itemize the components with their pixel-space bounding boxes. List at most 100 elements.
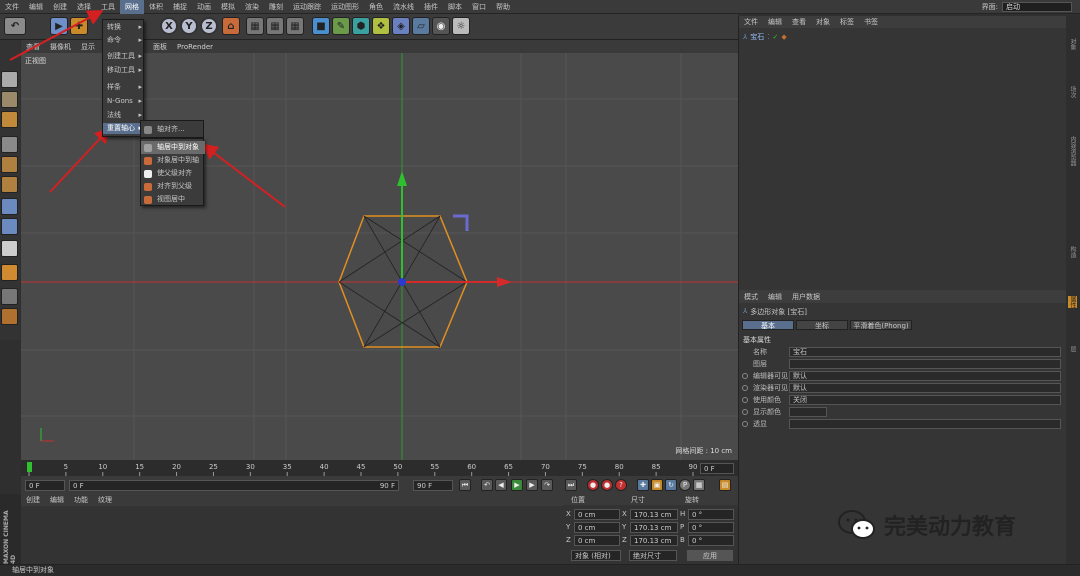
mesh-menu-item[interactable]: 创建工具 ▸	[103, 51, 145, 62]
playhead[interactable]	[27, 462, 32, 472]
reset-axis-item[interactable]: 视图居中	[141, 193, 205, 206]
timeline-window-icon[interactable]: ▤	[719, 479, 731, 491]
attribute-tab[interactable]: 平滑着色(Phong)	[850, 320, 912, 330]
pla-key-icon[interactable]: ▦	[693, 479, 705, 491]
mesh-menu-item[interactable]: 法线 ▸	[103, 110, 145, 121]
object-menu-item[interactable]: 标签	[835, 17, 859, 27]
attribute-field-value[interactable]: 默认	[789, 383, 1061, 393]
end-frame-field[interactable]: 90 F	[413, 480, 453, 491]
attribute-field-row: 使用颜色 关闭	[739, 394, 1067, 406]
right-tab[interactable]: 场次	[1068, 86, 1077, 98]
keyframe-selection-icon[interactable]: ?	[615, 479, 627, 491]
coordinate-mode-dropdown[interactable]: 对象 (相对)	[571, 550, 621, 561]
scale-key-icon[interactable]: ▣	[651, 479, 663, 491]
next-frame-icon[interactable]: ▶	[526, 479, 538, 491]
axis-align-label: 轴对齐...	[157, 125, 185, 133]
animation-radio-icon[interactable]	[742, 397, 748, 403]
rotation-field[interactable]: 0 °	[688, 535, 734, 546]
attribute-menu-item[interactable]: 用户数据	[787, 292, 825, 302]
mesh-menu-item[interactable]: 重置轴心▸	[103, 123, 145, 134]
attribute-field-value[interactable]	[789, 419, 1061, 429]
reset-axis-item[interactable]: 对象居中到轴	[141, 154, 205, 167]
mesh-menu-item[interactable]: 移动工具 ▸	[103, 65, 145, 76]
material-menu-item[interactable]: 纹理	[93, 495, 117, 505]
attribute-field-value[interactable]	[789, 359, 1061, 369]
auto-keying-icon[interactable]: ●	[601, 479, 613, 491]
object-row[interactable]: ⅄ 宝石 ⁚ ✓ ◆	[743, 32, 787, 42]
mesh-menu-item[interactable]: 转换 ▸	[103, 22, 145, 33]
object-menu-item[interactable]: 查看	[787, 17, 811, 27]
object-manager-menu: 文件 编辑 查看 对象 标签 书签	[739, 16, 1067, 28]
go-to-end-icon[interactable]: ⏭	[565, 479, 577, 491]
mesh-menu-item-label: 样条	[107, 83, 121, 91]
mesh-menu-item[interactable]: N-Gons ▸	[103, 96, 145, 107]
timeline-tick-label: 55	[430, 463, 439, 471]
material-menu-item[interactable]: 功能	[69, 495, 93, 505]
previous-key-icon[interactable]: ↶	[481, 479, 493, 491]
size-mode-dropdown[interactable]: 绝对尺寸	[629, 550, 677, 561]
position-field[interactable]: 0 cm	[574, 522, 620, 533]
current-frame-field[interactable]: 0 F	[700, 463, 734, 474]
animation-radio-icon[interactable]	[742, 373, 748, 379]
animation-radio-icon[interactable]	[742, 409, 748, 415]
mesh-menu-item[interactable]: 命令 ▸	[103, 35, 145, 46]
attribute-tab[interactable]: 坐标	[796, 320, 848, 330]
parameter-key-icon[interactable]: P	[679, 479, 691, 491]
rotation-field[interactable]: 0 °	[688, 522, 734, 533]
record-keys-icon[interactable]: ●	[587, 479, 599, 491]
object-menu-item[interactable]: 对象	[811, 17, 835, 27]
size-field[interactable]: 170.13 cm	[630, 535, 678, 546]
reset-axis-icon	[144, 183, 152, 191]
rotation-header: 旋转	[685, 496, 699, 504]
timeline[interactable]: 051015202530354045505560657075808590 0 F	[21, 460, 738, 476]
attribute-tab[interactable]: 基本	[742, 320, 794, 330]
apply-button[interactable]: 应用	[687, 550, 733, 561]
attribute-menu-item[interactable]: 编辑	[763, 292, 787, 302]
material-menu-item[interactable]: 编辑	[45, 495, 69, 505]
play-icon[interactable]: ▶	[511, 479, 523, 491]
right-tab[interactable]: 对象	[1068, 38, 1077, 50]
size-field[interactable]: 170.13 cm	[630, 522, 678, 533]
animation-radio-icon[interactable]	[742, 421, 748, 427]
position-key-icon[interactable]: ✚	[637, 479, 649, 491]
material-menu-item[interactable]: 创建	[21, 495, 45, 505]
right-tab[interactable]: 构造	[1068, 246, 1077, 258]
object-menu-item[interactable]: 书签	[859, 17, 883, 27]
position-field[interactable]: 0 cm	[574, 535, 620, 546]
polygon-object-icon: ⅄	[743, 307, 748, 315]
attribute-field-value[interactable]	[789, 407, 827, 417]
object-name[interactable]: 宝石	[750, 32, 764, 42]
previous-frame-icon[interactable]: ◀	[495, 479, 507, 491]
mesh-menu-item[interactable]: 样条 ▸	[103, 82, 145, 93]
rotation-field[interactable]: 0 °	[688, 509, 734, 520]
rotation-key-icon[interactable]: ↻	[665, 479, 677, 491]
object-menu-item[interactable]: 文件	[739, 17, 763, 27]
attribute-title-row: ⅄ 多边形对象 [宝石]	[743, 307, 807, 317]
status-bar: 轴居中到对象	[0, 564, 1080, 576]
size-field[interactable]: 170.13 cm	[630, 509, 678, 520]
right-tab[interactable]: 属性	[1068, 296, 1077, 308]
right-tab[interactable]: 层	[1068, 346, 1077, 352]
start-frame-field[interactable]: 0 F	[25, 480, 65, 491]
preview-range-field[interactable]: 0 F 90 F	[69, 480, 399, 491]
reset-axis-item[interactable]: 对齐到父级	[141, 180, 205, 193]
attribute-field-value[interactable]: 宝石	[789, 347, 1061, 357]
right-tab[interactable]: 内容浏览器	[1068, 136, 1077, 166]
attribute-menu-item[interactable]: 模式	[739, 292, 763, 302]
go-to-start-icon[interactable]: ⏮	[459, 479, 471, 491]
next-key-icon[interactable]: ↷	[541, 479, 553, 491]
attribute-field-value[interactable]: 默认	[789, 371, 1061, 381]
axis-align-item[interactable]: 轴对齐...	[141, 123, 205, 136]
attribute-field-row: 图层	[739, 358, 1067, 370]
material-manager[interactable]: 创建 编辑 功能 纹理	[21, 494, 563, 564]
phong-tag-icon[interactable]: ◆	[781, 33, 786, 41]
attribute-field-value[interactable]: 关闭	[789, 395, 1061, 405]
coordinate-axis-label: Y	[566, 523, 571, 531]
object-menu-item[interactable]: 编辑	[763, 17, 787, 27]
animation-radio-icon[interactable]	[742, 385, 748, 391]
reset-axis-item[interactable]: 使父级对齐	[141, 167, 205, 180]
reset-axis-item[interactable]: 轴居中到对象	[141, 141, 205, 154]
visibility-dots-icon[interactable]: ⁚	[767, 33, 769, 41]
enabled-check-icon[interactable]: ✓	[773, 33, 779, 41]
position-field[interactable]: 0 cm	[574, 509, 620, 520]
